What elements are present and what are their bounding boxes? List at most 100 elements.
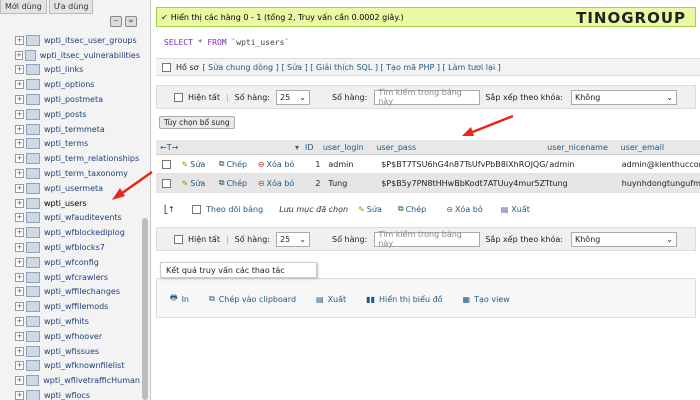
sidebar-item-wpti-wffilechanges[interactable]: + wpti_wffilechanges — [0, 285, 140, 300]
sidebar-item-wpti-posts[interactable]: + wpti_posts — [0, 107, 140, 122]
cell-user-pass[interactable]: $P$B5y7PN8tHHwBbKodt7ATUuy4mur5ZT1 — [381, 179, 549, 188]
expand-icon[interactable]: + — [15, 154, 24, 164]
expand-icon[interactable]: + — [15, 213, 24, 223]
rows-select[interactable]: 25 ⌄ — [276, 89, 310, 105]
sidebar-item-wpti-wfhits[interactable]: + wpti_wfhits — [0, 314, 140, 329]
sidebar-item-wpti-links[interactable]: + wpti_links — [0, 63, 140, 78]
collapse-all-icon[interactable]: − — [110, 16, 122, 27]
expand-icon[interactable]: + — [15, 317, 24, 327]
select-all-checkbox[interactable] — [192, 204, 201, 214]
tab-favorites[interactable]: Ưa dùng — [48, 0, 94, 14]
cell-user-login[interactable]: admin — [328, 160, 381, 169]
row-delete-button[interactable]: ⊖ Xóa bỏ — [258, 160, 311, 169]
tab-recent[interactable]: Mới dùng — [0, 0, 47, 14]
display-chart-button[interactable]: ▮▮ Hiển thị biểu đồ — [366, 295, 442, 304]
profiling-checkbox[interactable] — [162, 62, 171, 72]
search-input-bottom[interactable]: Tìm kiếm trong bảng này — [374, 230, 481, 248]
bulk-copy-button[interactable]: ⧉ Chép — [398, 204, 426, 214]
sidebar-item-wpti-term-relationships[interactable]: + wpti_term_relationships — [0, 151, 140, 166]
cell-id[interactable]: 1 — [311, 160, 329, 169]
cell-id[interactable]: 2 — [311, 179, 329, 188]
column-user-pass[interactable]: user_pass — [376, 143, 547, 152]
sidebar-item-wpti-terms[interactable]: + wpti_terms — [0, 137, 140, 152]
expand-icon[interactable]: + — [15, 331, 24, 341]
sidebar-item-wpti-itsec-user-groups[interactable]: + wpti_itsec_user_groups — [0, 33, 140, 48]
sidebar-item-wpti-termmeta[interactable]: + wpti_termmeta — [0, 122, 140, 137]
row-checkbox[interactable] — [162, 159, 171, 169]
expand-icon[interactable]: + — [15, 361, 24, 371]
expand-icon[interactable]: + — [15, 272, 24, 282]
expand-icon[interactable]: + — [15, 65, 24, 75]
link-icon[interactable]: ∞ — [125, 16, 137, 27]
expand-icon[interactable]: + — [15, 257, 24, 267]
search-input[interactable]: Tìm kiếm trong bảng này — [374, 88, 481, 106]
cell-user-pass[interactable]: $P$BT7TSU6hG4n87TsUfvPbB8IXhROJQG/ — [381, 160, 549, 169]
bulk-export-button[interactable]: ▤ Xuất — [501, 205, 530, 214]
sidebar-item-wpti-wfhoover[interactable]: + wpti_wfhoover — [0, 329, 140, 344]
expand-icon[interactable]: + — [15, 80, 24, 90]
row-copy-button[interactable]: ⧉ Chép — [219, 178, 258, 188]
bulk-edit-button[interactable]: ✎ Sửa — [358, 205, 382, 214]
sidebar-item-wpti-wfissues[interactable]: + wpti_wfissues — [0, 344, 140, 359]
column-id[interactable]: ID — [305, 143, 323, 152]
sidebar-item-wpti-wffilemods[interactable]: + wpti_wffilemods — [0, 299, 140, 314]
expand-icon[interactable]: + — [15, 302, 24, 312]
sort-select-bottom[interactable]: Không ⌄ — [570, 231, 677, 247]
sidebar-item-wpti-itsec-vulnerabilities[interactable]: + wpti_itsec_vulnerabilities — [0, 48, 140, 63]
show-all-checkbox[interactable] — [174, 92, 183, 102]
expand-icon[interactable]: + — [15, 169, 24, 179]
show-all-checkbox-bottom[interactable] — [174, 234, 183, 244]
sidebar-scrollbar[interactable] — [142, 218, 148, 400]
extra-options-button[interactable]: Tùy chọn bổ sung — [159, 116, 235, 129]
row-edit-button[interactable]: ✎ Sửa — [182, 160, 219, 169]
sort-dropdown-icon[interactable]: ▾ — [220, 143, 305, 152]
expand-icon[interactable]: + — [15, 35, 24, 45]
sidebar-item-wpti-term-taxonomy[interactable]: + wpti_term_taxonomy — [0, 166, 140, 181]
column-user-nicename[interactable]: user_nicename — [547, 143, 620, 152]
column-toggle-icon[interactable]: ←T→ — [156, 143, 220, 152]
rows-select-bottom[interactable]: 25 ⌄ — [276, 231, 310, 247]
row-delete-button[interactable]: ⊖ Xóa bỏ — [258, 179, 311, 188]
copy-clipboard-button[interactable]: ⧉ Chép vào clipboard — [209, 294, 296, 304]
sidebar-item-wpti-users[interactable]: + wpti_users — [0, 196, 140, 211]
sidebar-item-wpti-postmeta[interactable]: + wpti_postmeta — [0, 92, 140, 107]
column-user-email[interactable]: user_email — [621, 143, 700, 152]
expand-icon[interactable]: + — [15, 95, 24, 105]
expand-icon[interactable]: + — [15, 139, 24, 149]
cell-user-nicename[interactable]: tung — [549, 179, 621, 188]
expand-icon[interactable]: + — [15, 287, 24, 297]
sidebar-item-wpti-wfconfig[interactable]: + wpti_wfconfig — [0, 255, 140, 270]
sidebar-item-wpti-options[interactable]: + wpti_options — [0, 77, 140, 92]
expand-icon[interactable]: + — [15, 183, 24, 193]
expand-icon[interactable]: + — [15, 198, 24, 208]
sidebar-item-wpti-wflocs[interactable]: + wpti_wflocs — [0, 388, 140, 400]
row-edit-button[interactable]: ✎ Sửa — [182, 179, 219, 188]
expand-icon[interactable]: + — [15, 228, 24, 238]
query-links[interactable]: [ Sửa chung dòng ] [ Sửa ] [ Giải thích … — [203, 63, 501, 72]
expand-icon[interactable]: + — [15, 243, 24, 253]
expand-icon[interactable]: + — [15, 376, 24, 386]
expand-icon[interactable]: + — [15, 391, 24, 400]
column-user-login[interactable]: user_login — [323, 143, 377, 152]
print-button[interactable]: 🖶 In — [170, 292, 189, 306]
row-checkbox[interactable] — [162, 178, 171, 188]
sort-select[interactable]: Không ⌄ — [570, 89, 677, 105]
sidebar-item-wpti-wfknownfilelist[interactable]: + wpti_wfknownfilelist — [0, 359, 140, 374]
sidebar-item-wpti-wfblocks7[interactable]: + wpti_wfblocks7 — [0, 240, 140, 255]
sql-query[interactable]: SELECT * FROM `wpti_users` — [164, 38, 289, 47]
expand-icon[interactable]: + — [15, 346, 24, 356]
sidebar-item-wpti-wfblockediplog[interactable]: + wpti_wfblockediplog — [0, 225, 140, 240]
cell-user-nicename[interactable]: admin — [549, 160, 621, 169]
cell-user-email[interactable]: admin@kienthuccong — [622, 160, 700, 169]
expand-icon[interactable]: + — [15, 50, 23, 60]
sidebar-item-wpti-wfauditevents[interactable]: + wpti_wfauditevents — [0, 211, 140, 226]
export-button[interactable]: ▤ Xuất — [316, 295, 346, 304]
bulk-delete-button[interactable]: ⊖ Xóa bỏ — [446, 205, 483, 214]
create-view-button[interactable]: ▦ Tạo view — [463, 295, 510, 304]
sidebar-item-wpti-usermeta[interactable]: + wpti_usermeta — [0, 181, 140, 196]
cell-user-login[interactable]: Tung — [328, 179, 381, 188]
expand-icon[interactable]: + — [15, 124, 24, 134]
row-copy-button[interactable]: ⧉ Chép — [219, 159, 258, 169]
sidebar-item-wpti-wflivetraffichuman[interactable]: + wpti_wflivetrafficHuman — [0, 373, 140, 388]
select-all-label[interactable]: Theo dõi bảng — [206, 205, 263, 214]
